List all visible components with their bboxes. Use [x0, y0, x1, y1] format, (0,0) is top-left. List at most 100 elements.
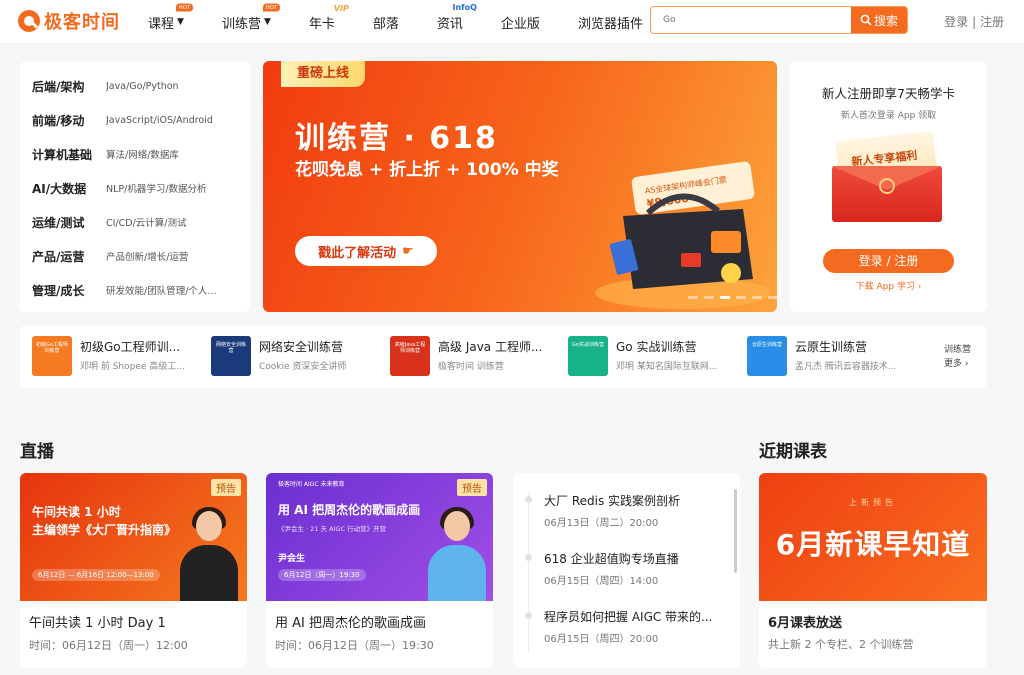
camps-more-link[interactable]: 训练营 更多 › — [944, 343, 971, 371]
category-backend[interactable]: 后端/架构 Java/Go/Python — [32, 69, 250, 103]
category-sub: 研发效能/团队管理/个人... — [106, 286, 217, 297]
carousel-dot[interactable] — [688, 296, 698, 299]
promo-title: 新人注册即享7天畅学卡 — [822, 86, 955, 101]
live-image-brand: 极客时间 AIGC 未来教育 — [278, 481, 345, 488]
live-list: 大厂 Redis 实践案例剖析 06月13日（周二）20:00 618 企业超值… — [513, 473, 740, 668]
hero-banner[interactable]: 重磅上线 训练营 · 618 花呗免息 + 折上折 + 100% 中奖 戳此了解… — [263, 61, 777, 312]
preview-badge: 预告 — [211, 479, 241, 496]
logo-icon — [18, 10, 40, 32]
coin-icon — [879, 178, 895, 194]
live-list-title: 618 企业超值购专场直播 — [544, 552, 679, 566]
banner-tag: 重磅上线 — [281, 61, 366, 87]
timeline-dot — [525, 496, 532, 503]
category-frontend[interactable]: 前端/移动 JavaScript/iOS/Android — [32, 103, 250, 137]
carousel-dot[interactable] — [704, 296, 714, 299]
banner-cta-button[interactable]: 戳此了解活动 ☛ — [295, 236, 437, 266]
vip-badge: VIP — [333, 3, 349, 13]
live-card[interactable]: 极客时间 AIGC 未来教育 用 AI 把周杰伦的歌画成画 《尹会生 · 21 … — [266, 473, 493, 668]
live-card[interactable]: 午间共读 1 小时 主编领学《大厂晋升指南》 6月12日 — 6月16日 12:… — [20, 473, 247, 668]
search-button[interactable]: 搜索 — [851, 7, 907, 33]
infoq-badge: InfoQ — [452, 2, 477, 12]
live-card-title: 午间共读 1 小时 Day 1 — [29, 616, 166, 631]
envelope-body — [832, 166, 942, 222]
nav-item-browser-plugin[interactable]: 浏览器插件 — [578, 13, 643, 32]
schedule-section-heading: 近期课表 — [759, 442, 827, 462]
nav-label: 部落 — [372, 16, 399, 32]
body — [180, 545, 238, 601]
category-product[interactable]: 产品/运营 产品创新/增长/运营 — [32, 239, 250, 273]
nav-label: 资讯 — [436, 16, 463, 32]
download-app-link[interactable]: 下载 App 学习 › — [790, 279, 987, 292]
schedule-card[interactable]: 上新预告 6月新课早知道 6月课表放送 共上新 2 个专栏、2 个训练营 — [759, 473, 987, 668]
category-title: 产品/运营 — [32, 249, 85, 264]
camp-item[interactable]: Go实战训练营 Go 实战训练营 邓明 某知名国际互联网... — [568, 336, 738, 376]
camp-title: 高级 Java 工程师... — [438, 340, 543, 354]
camp-thumbnail: 云原生训练营 — [747, 336, 787, 376]
nav-item-courses[interactable]: 课程 ▼ HOT — [148, 2, 193, 32]
live-list-time: 06月13日（周二）20:00 — [544, 518, 659, 529]
category-management[interactable]: 管理/成长 研发效能/团队管理/个人... — [32, 273, 250, 307]
camp-item[interactable]: 网络安全训练营 网络安全训练营 Cookie 资深安全讲师 — [211, 336, 381, 376]
camp-item[interactable]: 初级Go工程师训练营 初级Go工程师训... 邓明 前 Shopee 高级工..… — [32, 336, 202, 376]
camp-subtitle: 极客时间 训练营 — [438, 362, 504, 372]
live-section-heading: 直播 — [20, 442, 54, 462]
category-panel: 后端/架构 Java/Go/Python 前端/移动 JavaScript/iOS/… — [20, 61, 250, 312]
nav-item-annual-card[interactable]: 年卡 VIP — [308, 4, 349, 32]
camp-item[interactable]: 云原生训练营 云原生训练营 孟凡杰 腾讯云容器技术... — [747, 336, 917, 376]
schedule-image-title: 6月新课早知道 — [775, 528, 971, 561]
chevron-down-icon: ▼ — [177, 17, 184, 27]
category-cs-basics[interactable]: 计算机基础 算法/网络/数据库 — [32, 137, 250, 171]
category-sub: Java/Go/Python — [106, 80, 179, 92]
host-portrait — [426, 507, 486, 601]
site-logo[interactable]: 极客时间 — [18, 8, 120, 34]
schedule-subtitle: 共上新 2 个专栏、2 个训练营 — [768, 638, 914, 651]
chevron-down-icon: ▼ — [263, 17, 271, 27]
category-ai[interactable]: AI/大数据 NLP/机器学习/数据分析 — [32, 171, 250, 205]
carousel-dot[interactable] — [768, 296, 777, 299]
nav-label: 课程 — [148, 16, 175, 32]
category-title: 前端/移动 — [32, 113, 85, 128]
camp-thumb-text: 高级Java工程师训练营 — [394, 342, 426, 354]
live-card-image: 极客时间 AIGC 未来教育 用 AI 把周杰伦的歌画成画 《尹会生 · 21 … — [266, 473, 493, 601]
nav-label: 企业版 — [500, 16, 540, 32]
nav-item-tribe[interactable]: 部落 — [373, 13, 399, 32]
camp-subtitle: Cookie 资深安全讲师 — [259, 362, 347, 372]
promo-login-button[interactable]: 登录 / 注册 — [823, 249, 954, 273]
category-title: 计算机基础 — [32, 147, 93, 162]
camps-more-arrow: 更多 › — [944, 359, 969, 369]
host-portrait — [178, 507, 238, 601]
search-button-label: 搜索 — [873, 13, 898, 28]
camp-title: 网络安全训练营 — [259, 340, 344, 354]
red-envelope-illustration: 新人专享福利 — [832, 131, 942, 222]
timeline-rail — [528, 493, 529, 653]
register-link[interactable]: 注册 — [980, 15, 1004, 29]
camp-subtitle: 邓明 前 Shopee 高级工... — [80, 362, 185, 372]
carousel-dot[interactable] — [736, 296, 746, 299]
nav-item-news[interactable]: 资讯 InfoQ — [436, 3, 477, 32]
camp-thumbnail: Go实战训练营 — [568, 336, 608, 376]
category-sub: NLP/机器学习/数据分析 — [106, 184, 207, 195]
login-link[interactable]: 登录 — [944, 15, 968, 29]
live-image-subtitle: 《尹会生 · 21 天 AIGC 行动营》开营 — [278, 525, 387, 533]
category-sub: CI/CD/云计算/测试 — [106, 218, 187, 229]
camp-subtitle: 孟凡杰 腾讯云容器技术... — [795, 362, 897, 372]
live-list-time: 06月15日（周四）20:00 — [544, 634, 659, 645]
list-scrollbar[interactable] — [734, 489, 737, 573]
nav-item-enterprise[interactable]: 企业版 — [501, 13, 540, 32]
search-icon — [860, 14, 872, 26]
head — [444, 511, 470, 541]
camp-item[interactable]: 高级Java工程师训练营 高级 Java 工程师... 极客时间 训练营 — [390, 336, 560, 376]
timeline-dot — [525, 554, 532, 561]
camp-thumbnail: 高级Java工程师训练营 — [390, 336, 430, 376]
category-ops[interactable]: 运维/测试 CI/CD/云计算/测试 — [32, 205, 250, 239]
new-user-promo: 新人注册即享7天畅学卡 新人首次登录 App 领取 新人专享福利 登录 / 注册… — [790, 61, 987, 312]
page: 极客时间 课程 ▼ HOT 训练营 ▼ HOT 年卡 VIP 部落 资讯 InfoQ — [0, 0, 1024, 675]
carousel-dot[interactable] — [720, 296, 730, 299]
live-image-date: 6月12日（周一）19:30 — [278, 569, 366, 581]
nav-item-camps[interactable]: 训练营 ▼ HOT — [222, 2, 280, 32]
timeline-dot — [525, 612, 532, 619]
carousel-dot[interactable] — [752, 296, 762, 299]
search-input[interactable] — [651, 7, 851, 33]
schedule-image: 上新预告 6月新课早知道 — [759, 473, 987, 601]
nav-label: 年卡 — [308, 16, 335, 32]
